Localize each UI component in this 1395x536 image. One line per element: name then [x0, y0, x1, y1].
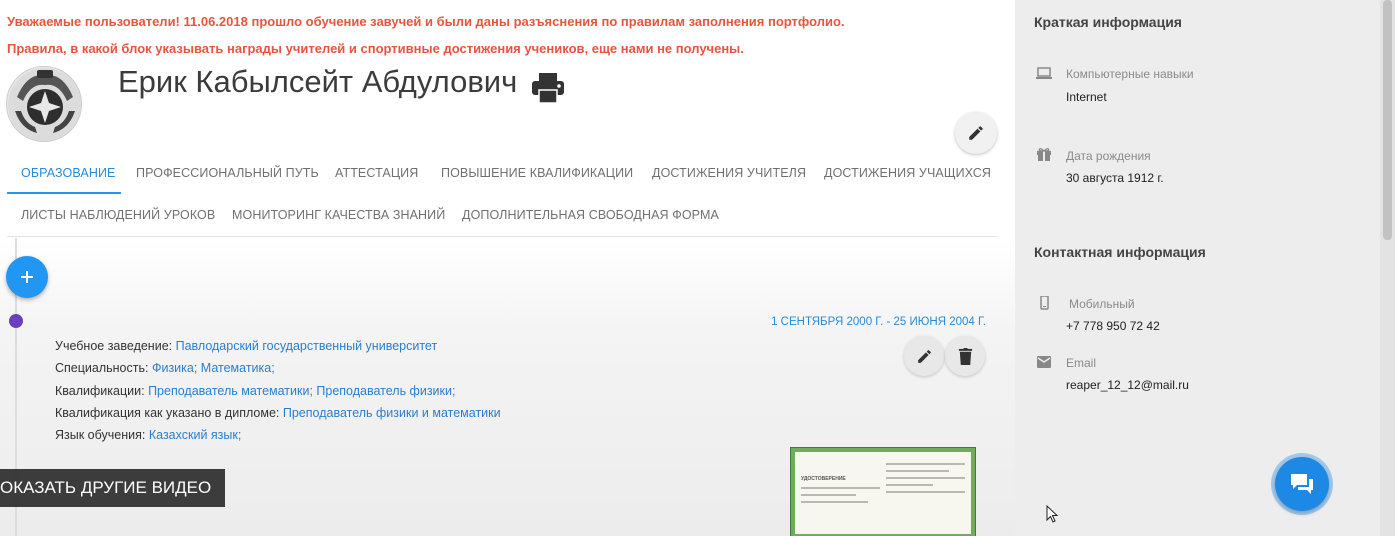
email-value[interactable]: reaper_12_12@mail.ru [1066, 378, 1189, 392]
birthday-label: Дата рождения [1066, 149, 1151, 163]
birthday-value: 30 августа 1912 г. [1066, 171, 1164, 185]
field-language: Язык обучения: Казахский язык; [55, 428, 242, 442]
page-scrollbar[interactable] [1380, 0, 1395, 536]
diploma-qualification-value: Преподаватель физики и математики [282, 406, 501, 420]
mouse-cursor-icon [1046, 505, 1059, 523]
tab-career[interactable]: ПРОФЕССИОНАЛЬНЫЙ ПУТЬ [136, 166, 319, 180]
institution-value: Павлодарский государственный университет [175, 339, 438, 353]
tabs-divider [7, 236, 997, 237]
education-date-range: 1 СЕНТЯБРЯ 2000 Г. - 25 ИЮНЯ 2004 Г. [771, 316, 986, 328]
add-entry-button[interactable] [6, 256, 48, 298]
qualifications-value: Преподаватель математики; Преподаватель … [148, 384, 456, 398]
laptop-icon [1036, 67, 1052, 79]
email-label: Email [1066, 356, 1097, 370]
mobile-label: Мобильный [1069, 297, 1135, 311]
tab-knowledge-monitoring[interactable]: МОНИТОРИНГ КАЧЕСТВА ЗНАНИЙ [232, 208, 445, 222]
gift-icon [1037, 148, 1051, 161]
tab-education[interactable]: ОБРАЗОВАНИЕ [21, 166, 115, 180]
email-icon [1037, 356, 1051, 368]
edit-entry-button[interactable] [904, 336, 944, 376]
mobile-value[interactable]: +7 778 950 72 42 [1066, 319, 1160, 333]
tab-free-form[interactable]: ДОПОЛНИТЕЛЬНАЯ СВОБОДНАЯ ФОРМА [462, 208, 719, 222]
pencil-icon [969, 126, 983, 140]
active-tab-indicator [7, 192, 121, 194]
edit-profile-button[interactable] [955, 112, 997, 154]
field-diploma-qualification: Квалификация как указано в дипломе: Преп… [55, 406, 501, 420]
tab-qualification[interactable]: ПОВЫШЕНИЕ КВАЛИФИКАЦИИ [441, 166, 633, 180]
pencil-icon [917, 349, 931, 363]
language-value: Казахский язык; [148, 428, 242, 442]
specialty-value: Физика; Математика; [151, 361, 275, 375]
tab-teacher-achievements[interactable]: ДОСТИЖЕНИЯ УЧИТЕЛЯ [652, 166, 806, 180]
plus-icon [21, 271, 33, 283]
scrollbar-thumb[interactable] [1383, 0, 1392, 240]
notice-rules: Правила, в какой блок указывать награды … [7, 41, 744, 56]
print-icon [532, 73, 564, 104]
contact-info-heading: Контактная информация [1034, 244, 1206, 260]
tab-lesson-observations[interactable]: ЛИСТЫ НАБЛЮДЕНИЙ УРОКОВ [21, 208, 215, 222]
delete-entry-button[interactable] [945, 336, 985, 376]
field-qualifications: Квалификации: Преподаватель математики; … [55, 384, 456, 398]
more-videos-button[interactable]: ОКАЗАТЬ ДРУГИЕ ВИДЕО [0, 469, 225, 507]
chat-icon [1291, 474, 1313, 494]
trash-icon [958, 347, 972, 365]
profile-sidebar: Краткая информация Компьютерные навыки I… [1015, 0, 1380, 536]
chat-button[interactable] [1275, 457, 1329, 511]
avatar[interactable] [6, 66, 82, 142]
print-button[interactable] [530, 72, 568, 104]
diploma-thumbnail[interactable]: УДОСТОВЕРЕНИЕ [790, 447, 976, 536]
field-institution: Учебное заведение: Павлодарский государс… [55, 339, 438, 353]
tab-attestation[interactable]: АТТЕСТАЦИЯ [335, 166, 418, 180]
certificate-title: УДОСТОВЕРЕНИЕ [801, 476, 846, 482]
notice-training: Уважаемые пользователи! 11.06.2018 прошл… [7, 14, 845, 29]
timeline-dot [9, 314, 23, 328]
brief-info-heading: Краткая информация [1034, 14, 1182, 30]
computer-skills-value: Internet [1066, 90, 1107, 104]
profile-name: Ерик Кабылсейт Абдулович [118, 64, 518, 99]
crest-emblem-icon [8, 68, 81, 141]
tab-student-achievements[interactable]: ДОСТИЖЕНИЯ УЧАЩИХСЯ [824, 166, 991, 180]
field-specialty: Специальность: Физика; Математика; [55, 361, 275, 375]
main-content: Уважаемые пользователи! 11.06.2018 прошл… [0, 0, 1015, 536]
phone-icon [1040, 296, 1049, 310]
computer-skills-label: Компьютерные навыки [1066, 67, 1194, 81]
